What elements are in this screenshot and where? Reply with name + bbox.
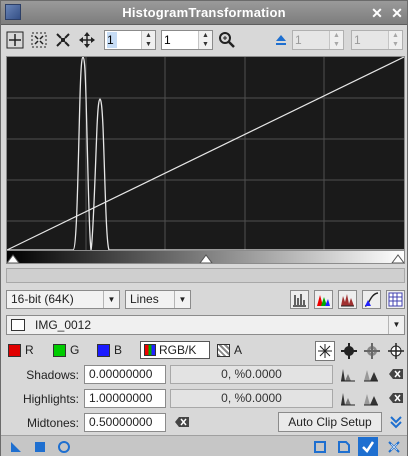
channel-rgbk-label: RGB/K — [159, 343, 197, 357]
red-swatch-icon — [8, 343, 21, 357]
vertical-zoom-arrows[interactable]: ▲ ▼ — [198, 31, 212, 49]
apply-global-icon[interactable] — [31, 438, 49, 456]
shadows-input[interactable]: 0.00000000 — [84, 365, 166, 384]
image-icon — [11, 319, 25, 331]
new-instance-icon[interactable] — [7, 438, 25, 456]
channel-b[interactable]: B — [97, 342, 122, 358]
channel-g[interactable]: G — [53, 342, 79, 358]
graph-style-value: Lines — [130, 292, 159, 306]
shadows-reset-icon[interactable] — [387, 365, 405, 383]
highlights-input[interactable]: 1.00000000 — [84, 389, 166, 408]
midtones-reset-icon[interactable] — [173, 413, 191, 431]
shadows-handle[interactable] — [7, 254, 20, 263]
shadows-auto-clip-icon[interactable] — [339, 365, 357, 383]
image-name: IMG_0012 — [35, 318, 92, 332]
cancel-x-icon[interactable] — [385, 438, 403, 456]
histogram-transformation-window: HistogramTransformation ✕ ✕ ▲▼ ▲▼ — [0, 0, 408, 456]
blue-swatch-icon — [97, 343, 110, 357]
bottom-bar — [1, 435, 407, 456]
highlights-clipping-readout: 0, %0.0000 — [170, 389, 333, 408]
highlights-auto-clip-icon[interactable] — [339, 389, 357, 407]
midtones-gradient-slider[interactable] — [6, 250, 405, 264]
disabled-input-b — [354, 32, 384, 48]
green-swatch-icon — [53, 343, 66, 357]
histogram-graph[interactable] — [6, 56, 405, 264]
midtones-handle[interactable] — [199, 254, 213, 263]
histogram-scrollbar[interactable] — [6, 268, 405, 283]
midtones-input[interactable]: 0.50000000 — [84, 413, 166, 432]
reset-instance-icon[interactable] — [335, 438, 353, 456]
crosshair-zoom-icon[interactable] — [5, 30, 25, 50]
chevron-down-icon[interactable]: ▼ — [103, 291, 119, 308]
reset-all-icon[interactable] — [315, 341, 335, 361]
pan-icon[interactable] — [77, 30, 97, 50]
toolbar: ▲▼ ▲▼ ▲▼ ▲▼ — [1, 26, 407, 54]
histogram-svg — [6, 56, 405, 263]
rgbk-swatch-icon — [144, 344, 156, 356]
chevron-down-icon[interactable]: ▼ — [174, 291, 190, 308]
vertical-zoom-spinbox[interactable]: ▲▼ — [161, 30, 213, 50]
channel-r[interactable]: R — [8, 342, 34, 358]
channel-b-label: B — [114, 343, 123, 357]
expand-down-icon[interactable] — [387, 413, 405, 431]
channel-r-label: R — [25, 343, 34, 357]
channel-g-label: G — [70, 343, 80, 357]
reset-shadows-gear-icon[interactable] — [340, 342, 358, 360]
disabled-arrows-b: ▲ ▼ — [388, 31, 402, 49]
graph-style-select[interactable]: Lines ▼ — [125, 290, 191, 309]
zoom-reset-icon[interactable] — [53, 30, 73, 50]
title-bar[interactable]: HistogramTransformation ✕ ✕ — [1, 1, 407, 25]
grid-lines — [7, 57, 404, 263]
close-icon[interactable]: ✕ — [389, 5, 405, 21]
horizontal-zoom-arrows[interactable]: ▲ ▼ — [141, 31, 155, 49]
collapse-up-icon[interactable] — [271, 30, 291, 50]
vertical-zoom-input[interactable] — [164, 32, 194, 48]
highlights-clip-icon[interactable] — [362, 389, 380, 407]
apply-checkmark-icon[interactable] — [358, 437, 378, 456]
shadows-label: Shadows: — [26, 368, 79, 382]
bit-depth-value: 16-bit (64K) — [11, 292, 74, 306]
midtones-label: Midtones: — [26, 416, 79, 430]
shadows-clipping-readout: 0, %0.0000 — [170, 365, 333, 384]
grid-toggle-icon[interactable] — [386, 290, 405, 309]
magnifier-icon[interactable] — [217, 30, 237, 50]
reject-icon[interactable] — [290, 290, 309, 309]
highlights-handle[interactable] — [391, 254, 404, 263]
image-select[interactable]: IMG_0012 ▼ — [6, 315, 405, 335]
channel-a-label: A — [234, 343, 243, 357]
alpha-swatch-icon — [217, 343, 230, 357]
histogram-peaks-icon[interactable] — [338, 290, 357, 309]
disabled-arrows-a: ▲ ▼ — [329, 31, 343, 49]
horizontal-zoom-spinbox[interactable]: ▲▼ — [104, 30, 156, 50]
curve-icon[interactable] — [362, 290, 381, 309]
slider-handles — [7, 254, 404, 263]
browse-documentation-icon[interactable] — [311, 438, 329, 456]
window-title: HistogramTransformation — [122, 5, 286, 20]
zoom-fit-icon[interactable] — [29, 30, 49, 50]
horizontal-zoom-input[interactable] — [107, 32, 117, 48]
reset-midtones-gear-icon[interactable] — [363, 342, 381, 360]
disabled-input-a — [295, 32, 325, 48]
disabled-spinbox-b: ▲▼ — [351, 30, 403, 50]
shadows-clip-icon[interactable] — [362, 365, 380, 383]
shade-icon[interactable]: ✕ — [369, 5, 385, 21]
channel-rgbk[interactable]: RGB/K — [140, 341, 210, 359]
chevron-down-icon[interactable]: ▼ — [388, 316, 404, 334]
channel-a[interactable]: A — [217, 342, 242, 358]
bit-depth-select[interactable]: 16-bit (64K) ▼ — [6, 290, 120, 309]
highlights-reset-icon[interactable] — [387, 389, 405, 407]
real-time-preview-icon[interactable] — [55, 438, 73, 456]
rgb-histogram-icon[interactable] — [314, 290, 333, 309]
highlights-label: Highlights: — [22, 392, 79, 406]
reset-highlights-gear-icon[interactable] — [387, 342, 405, 360]
auto-clip-setup-button[interactable]: Auto Clip Setup — [278, 412, 382, 432]
disabled-spinbox-a: ▲▼ — [292, 30, 344, 50]
